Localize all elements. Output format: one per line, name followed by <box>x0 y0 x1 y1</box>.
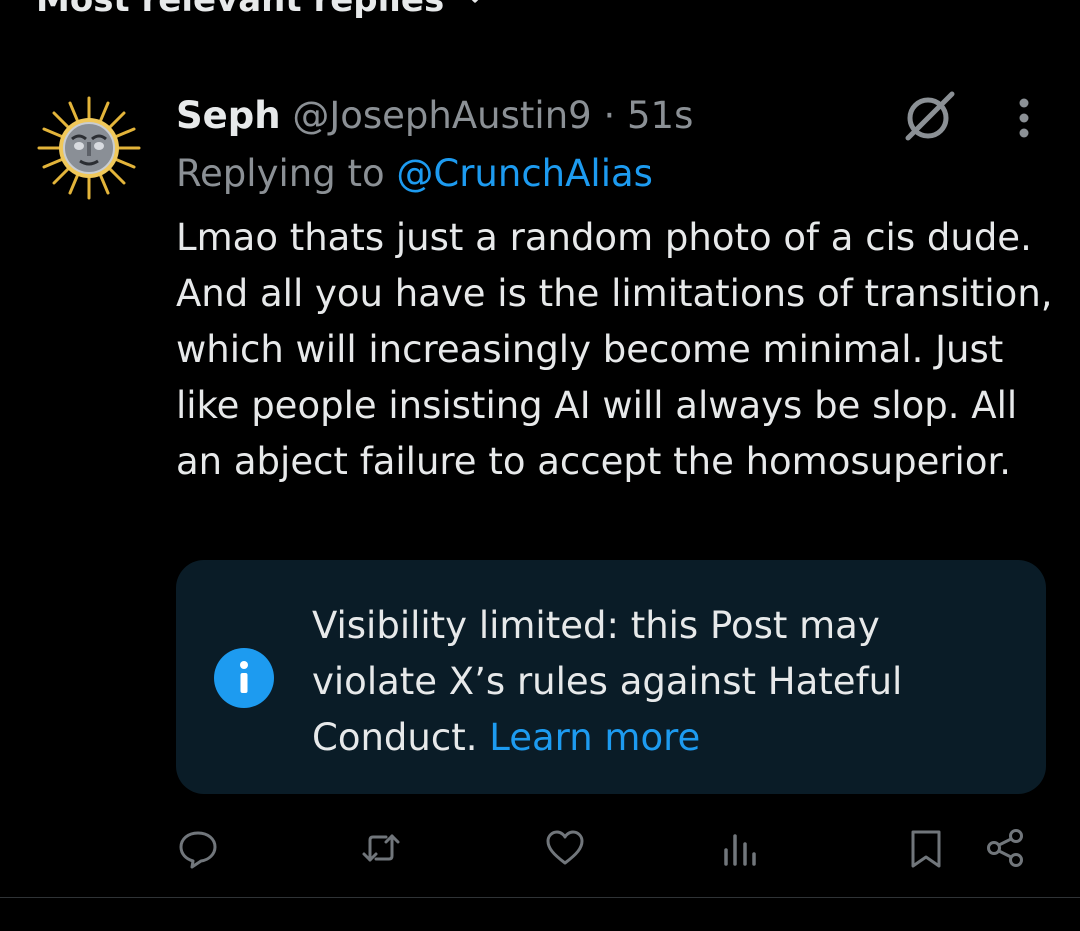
page: Most relevant replies Seph @JosephAustin… <box>0 0 1080 931</box>
more-options-icon[interactable] <box>1004 96 1044 140</box>
avatar[interactable] <box>36 95 142 201</box>
avatar-sun-icon <box>37 96 141 200</box>
bookmark-icon[interactable] <box>904 826 948 870</box>
separator-dot: · <box>603 94 616 137</box>
reply-sort-label: Most relevant replies <box>36 0 445 20</box>
repost-icon[interactable] <box>359 826 403 870</box>
share-icon[interactable] <box>984 826 1028 870</box>
user-handle[interactable]: @JosephAustin9 <box>292 94 591 137</box>
grok-icon[interactable] <box>902 88 958 144</box>
replying-to: Replying to @CrunchAlias <box>176 150 653 198</box>
notice-message: Visibility limited: this Post may violat… <box>312 598 1012 766</box>
views-icon[interactable] <box>718 826 762 870</box>
tweet-header: Seph @JosephAustin9 · 51s <box>176 92 693 140</box>
reply-icon[interactable] <box>176 826 220 870</box>
reply-sort-dropdown[interactable]: Most relevant replies <box>36 0 488 20</box>
display-name[interactable]: Seph <box>176 94 281 137</box>
info-icon <box>214 648 274 708</box>
replying-to-prefix: Replying to <box>176 152 385 195</box>
like-icon[interactable] <box>543 826 587 870</box>
replying-to-handle[interactable]: @CrunchAlias <box>396 152 653 195</box>
divider <box>0 897 1080 898</box>
chevron-down-icon <box>462 0 488 20</box>
learn-more-link[interactable]: Learn more <box>489 716 700 759</box>
timestamp[interactable]: 51s <box>627 94 693 137</box>
visibility-notice: Visibility limited: this Post may violat… <box>176 560 1046 794</box>
tweet-text: Lmao thats just a random photo of a cis … <box>176 216 1053 483</box>
